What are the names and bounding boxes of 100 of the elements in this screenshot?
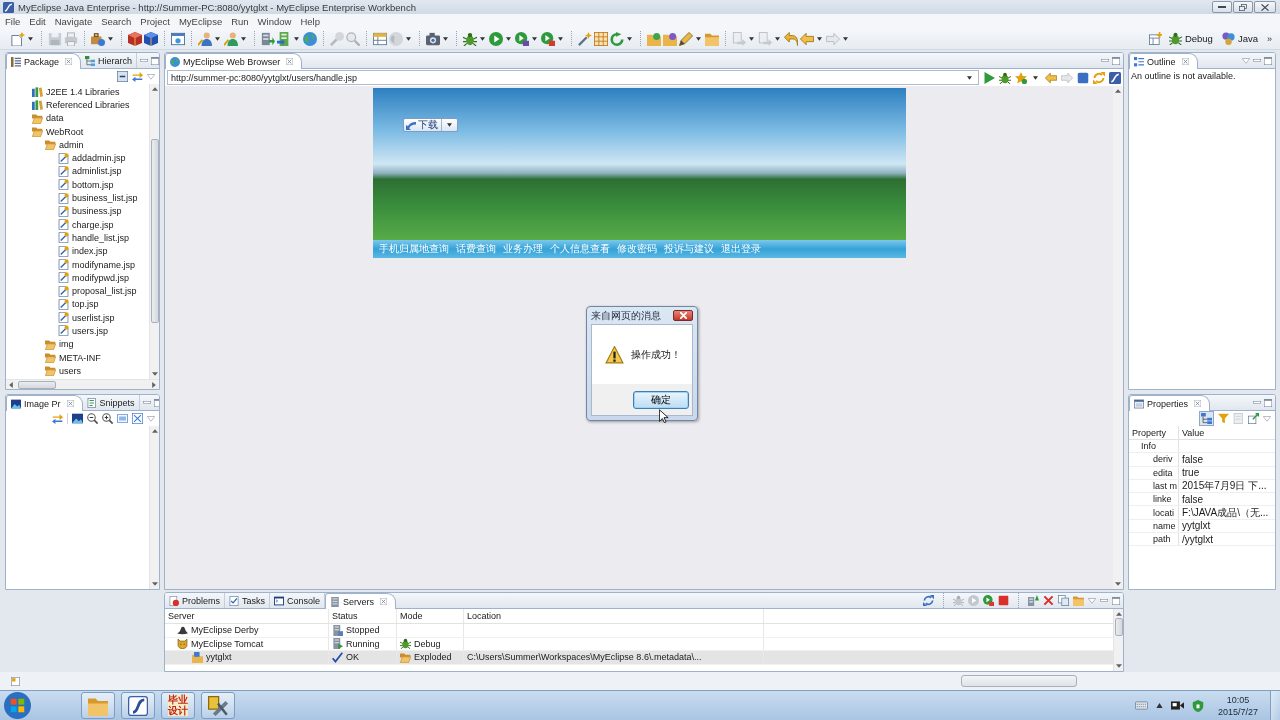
scrollbar-thumb[interactable] xyxy=(18,380,56,389)
minimize-icon[interactable] xyxy=(1101,59,1109,62)
tree-item[interactable]: business.jsp xyxy=(58,204,122,218)
tab[interactable]: Properties xyxy=(1129,395,1211,411)
tree-item[interactable]: modifypwd.jsp xyxy=(58,271,130,285)
link-arrows-icon[interactable] xyxy=(52,413,63,424)
view-menu-icon[interactable] xyxy=(1263,415,1271,422)
column-header[interactable]: Property xyxy=(1129,426,1179,439)
person-icon[interactable] xyxy=(198,31,212,46)
close-button[interactable] xyxy=(1254,1,1276,13)
tree-item[interactable]: data xyxy=(32,111,64,125)
tree-item[interactable]: WebRoot xyxy=(32,125,84,139)
view-menu-icon[interactable] xyxy=(147,73,155,80)
copy-icon[interactable] xyxy=(1058,595,1069,606)
tree-item[interactable]: admin xyxy=(45,138,84,152)
arrow-down-icon[interactable] xyxy=(1115,582,1121,586)
caret-icon[interactable] xyxy=(843,36,848,41)
menu-item[interactable]: Run xyxy=(227,15,254,27)
view-menu-icon[interactable] xyxy=(1242,57,1250,64)
menu-item[interactable]: Help xyxy=(296,15,325,27)
start-orb-icon[interactable] xyxy=(4,692,31,719)
link-arrows-icon[interactable] xyxy=(132,71,143,82)
scrollbar-thumb[interactable] xyxy=(1114,618,1123,636)
tree-item[interactable]: index.jsp xyxy=(58,244,108,258)
maximize-icon[interactable] xyxy=(151,56,159,65)
stop-icon[interactable] xyxy=(1077,71,1089,84)
folder-icon[interactable] xyxy=(663,31,677,46)
wand-icon[interactable] xyxy=(578,31,592,46)
printer-icon[interactable] xyxy=(64,31,78,46)
scrollbar[interactable] xyxy=(6,379,159,389)
ok-button[interactable]: 确定 xyxy=(633,390,689,409)
table-icon[interactable] xyxy=(373,31,387,46)
minimize-icon[interactable] xyxy=(1100,599,1108,602)
caret-icon[interactable] xyxy=(28,36,33,41)
magnifier-icon[interactable] xyxy=(346,31,360,46)
play-badge-icon[interactable] xyxy=(541,31,555,46)
caret-icon[interactable] xyxy=(1033,75,1038,80)
camera-icon[interactable] xyxy=(1170,701,1184,710)
tab[interactable]: Package xyxy=(6,53,82,69)
perspective-button[interactable]: Java xyxy=(1219,31,1260,46)
arrow-up-icon[interactable] xyxy=(151,87,158,91)
tree-item[interactable]: top.jsp xyxy=(58,297,99,311)
open-perspective-icon[interactable] xyxy=(1148,32,1162,45)
fit-page-icon[interactable] xyxy=(132,413,143,424)
arrow-left-icon[interactable] xyxy=(1045,71,1057,84)
tree-item[interactable]: adminlist.jsp xyxy=(58,164,122,178)
caret-icon[interactable] xyxy=(506,36,511,41)
minimize-icon[interactable] xyxy=(142,401,151,404)
view-menu-icon[interactable] xyxy=(147,415,155,422)
tree-item[interactable]: charge.jsp xyxy=(58,218,114,232)
caret-icon[interactable] xyxy=(480,36,485,41)
taskbar-button[interactable] xyxy=(121,692,155,719)
minimize-button[interactable] xyxy=(1212,1,1232,13)
clock-date[interactable]: 2015/7/27 xyxy=(1217,705,1258,718)
pin-icon[interactable] xyxy=(1248,413,1259,424)
caret-up-icon[interactable] xyxy=(1155,703,1163,708)
caret-icon[interactable] xyxy=(215,36,220,41)
tree-item[interactable]: users.jsp xyxy=(58,324,108,338)
caret-icon[interactable] xyxy=(967,75,972,80)
collapse-all-icon[interactable] xyxy=(117,71,128,82)
maximize-icon[interactable] xyxy=(1112,596,1120,605)
tree-item[interactable]: modifyname.jsp xyxy=(58,258,136,271)
caret-icon[interactable] xyxy=(406,36,411,41)
play-icon[interactable] xyxy=(489,31,503,46)
close-icon[interactable] xyxy=(286,58,294,65)
browser-window-icon[interactable] xyxy=(171,31,185,46)
arrow-down-icon[interactable] xyxy=(1115,664,1122,668)
play-icon[interactable] xyxy=(983,71,995,84)
close-icon[interactable] xyxy=(66,400,74,407)
taskbar-button[interactable]: 毕业设计 xyxy=(161,692,195,719)
menu-item[interactable]: Window xyxy=(253,15,297,27)
table-row[interactable]: MyEclipse Derby Stopped xyxy=(165,624,1113,638)
tab[interactable]: Image Pr xyxy=(6,395,83,411)
tab[interactable]: Outline xyxy=(1129,53,1198,69)
close-button[interactable] xyxy=(673,310,693,321)
tab[interactable]: Snippets xyxy=(82,395,140,410)
scrollbar[interactable] xyxy=(1113,86,1123,589)
play-badge-icon[interactable] xyxy=(515,31,529,46)
tab[interactable]: Problems xyxy=(165,593,225,608)
server-icon[interactable] xyxy=(261,31,275,46)
column-header[interactable]: Value xyxy=(1179,426,1205,439)
menu-item[interactable]: Project xyxy=(136,15,175,27)
fast-view-icon[interactable] xyxy=(11,676,20,686)
scrollbar-thumb[interactable] xyxy=(150,139,159,323)
save-icon[interactable] xyxy=(48,31,62,46)
caret-icon[interactable] xyxy=(532,36,537,41)
caret-icon[interactable] xyxy=(696,36,701,41)
tree-item[interactable]: handle_list.jsp xyxy=(58,231,130,245)
menu-item[interactable]: Edit xyxy=(25,15,51,27)
scrollbar[interactable] xyxy=(149,84,159,379)
tab[interactable]: Servers xyxy=(325,593,397,609)
bug-icon[interactable] xyxy=(999,71,1011,84)
menu-item[interactable]: File xyxy=(1,15,26,27)
maximize-icon[interactable] xyxy=(1112,56,1120,65)
perspective-button[interactable]: Debug xyxy=(1166,31,1215,46)
tree-item[interactable]: img xyxy=(45,337,74,351)
column-header[interactable]: Status xyxy=(332,611,358,621)
tree-item[interactable]: proposal_list.jsp xyxy=(58,284,137,298)
caret-icon[interactable] xyxy=(443,36,448,41)
cube-icon[interactable] xyxy=(128,31,142,46)
